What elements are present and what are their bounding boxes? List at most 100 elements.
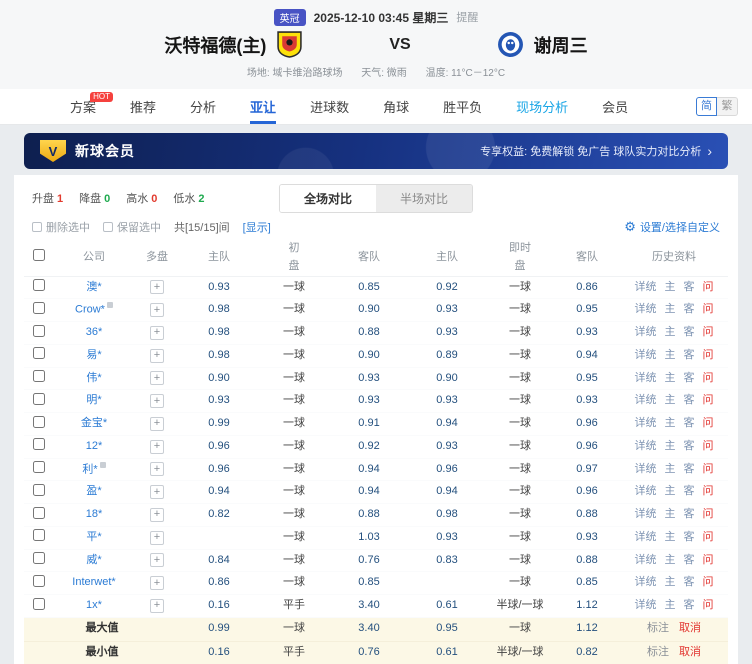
vip-banner[interactable]: V 新球会员 专享权益: 免费解锁 免广告 球队实力对比分析 › bbox=[24, 133, 728, 169]
history-link[interactable]: 详统 bbox=[635, 508, 657, 520]
history-link[interactable]: 详统 bbox=[635, 599, 657, 611]
row-checkbox[interactable] bbox=[33, 461, 45, 473]
company-link[interactable]: Interwet* bbox=[72, 576, 115, 588]
scope-tab[interactable]: 半场对比 bbox=[376, 185, 472, 212]
history-link[interactable]: 主 bbox=[665, 303, 676, 315]
lang-simplified-button[interactable]: 简 bbox=[696, 97, 717, 116]
history-link[interactable]: 客 bbox=[684, 554, 695, 566]
company-link[interactable]: 盈* bbox=[86, 485, 101, 497]
history-link[interactable]: 主 bbox=[665, 599, 676, 611]
row-checkbox[interactable] bbox=[33, 484, 45, 496]
history-link[interactable]: 主 bbox=[665, 463, 676, 475]
history-link[interactable]: 客 bbox=[684, 440, 695, 452]
expand-odds-button[interactable]: + bbox=[150, 531, 164, 545]
nav-tab[interactable]: 分析 bbox=[190, 89, 216, 124]
expand-odds-button[interactable]: + bbox=[150, 553, 164, 567]
row-checkbox[interactable] bbox=[33, 393, 45, 405]
row-checkbox[interactable] bbox=[33, 598, 45, 610]
company-link[interactable]: 12* bbox=[86, 440, 103, 452]
history-link[interactable]: 详统 bbox=[635, 394, 657, 406]
history-ask-link[interactable]: 问 bbox=[703, 599, 714, 611]
history-link[interactable]: 主 bbox=[665, 554, 676, 566]
history-ask-link[interactable]: 问 bbox=[703, 508, 714, 520]
history-link[interactable]: 客 bbox=[684, 281, 695, 293]
delete-selected-button[interactable]: 删除选中 bbox=[32, 219, 90, 235]
row-checkbox[interactable] bbox=[33, 507, 45, 519]
mark-link[interactable]: 标注 bbox=[647, 646, 669, 658]
history-ask-link[interactable]: 问 bbox=[703, 485, 714, 497]
history-link[interactable]: 详统 bbox=[635, 372, 657, 384]
scope-tab[interactable]: 全场对比 bbox=[280, 185, 376, 212]
history-link[interactable]: 主 bbox=[665, 531, 676, 543]
history-link[interactable]: 主 bbox=[665, 349, 676, 361]
expand-odds-button[interactable]: + bbox=[150, 417, 164, 431]
company-link[interactable]: 明* bbox=[86, 394, 101, 406]
row-checkbox[interactable] bbox=[33, 438, 45, 450]
history-link[interactable]: 客 bbox=[684, 485, 695, 497]
company-link[interactable]: 威* bbox=[86, 554, 101, 566]
company-link[interactable]: 澳* bbox=[86, 281, 101, 293]
show-link[interactable]: [显示] bbox=[243, 219, 271, 235]
history-link[interactable]: 详统 bbox=[635, 326, 657, 338]
nav-tab[interactable]: 亚让 bbox=[250, 89, 276, 124]
history-link[interactable]: 主 bbox=[665, 372, 676, 384]
nav-tab[interactable]: 现场分析 bbox=[516, 89, 568, 124]
history-link[interactable]: 客 bbox=[684, 463, 695, 475]
history-ask-link[interactable]: 问 bbox=[703, 372, 714, 384]
expand-odds-button[interactable]: + bbox=[150, 394, 164, 408]
nav-tab[interactable]: 推荐 bbox=[130, 89, 156, 124]
history-link[interactable]: 详统 bbox=[635, 485, 657, 497]
history-ask-link[interactable]: 问 bbox=[703, 554, 714, 566]
company-link[interactable]: Crow* bbox=[75, 304, 105, 316]
history-ask-link[interactable]: 问 bbox=[703, 349, 714, 361]
nav-tab[interactable]: 进球数 bbox=[310, 89, 349, 124]
settings-button[interactable]: ⚙ 设置/选择自定义 bbox=[624, 219, 720, 235]
cancel-mark-link[interactable]: 取消 bbox=[679, 646, 701, 658]
expand-odds-button[interactable]: + bbox=[150, 303, 164, 317]
keep-selected-button[interactable]: 保留选中 bbox=[103, 219, 161, 235]
history-link[interactable]: 客 bbox=[684, 394, 695, 406]
history-link[interactable]: 客 bbox=[684, 576, 695, 588]
company-link[interactable]: 易* bbox=[86, 349, 101, 361]
history-link[interactable]: 详统 bbox=[635, 440, 657, 452]
history-link[interactable]: 详统 bbox=[635, 281, 657, 293]
history-link[interactable]: 客 bbox=[684, 349, 695, 361]
expand-odds-button[interactable]: + bbox=[150, 462, 164, 476]
league-badge[interactable]: 英冠 bbox=[274, 9, 306, 26]
row-checkbox[interactable] bbox=[33, 302, 45, 314]
lang-traditional-button[interactable]: 繁 bbox=[717, 97, 738, 116]
nav-tab[interactable]: 角球 bbox=[383, 89, 409, 124]
history-ask-link[interactable]: 问 bbox=[703, 576, 714, 588]
history-link[interactable]: 客 bbox=[684, 372, 695, 384]
nav-tab[interactable]: 会员 bbox=[602, 89, 628, 124]
row-checkbox[interactable] bbox=[33, 325, 45, 337]
history-ask-link[interactable]: 问 bbox=[703, 281, 714, 293]
history-link[interactable]: 详统 bbox=[635, 576, 657, 588]
company-link[interactable]: 36* bbox=[86, 326, 103, 338]
company-link[interactable]: 利* bbox=[82, 463, 97, 475]
history-link[interactable]: 主 bbox=[665, 508, 676, 520]
expand-odds-button[interactable]: + bbox=[150, 280, 164, 294]
expand-odds-button[interactable]: + bbox=[150, 326, 164, 340]
history-link[interactable]: 客 bbox=[684, 417, 695, 429]
history-link[interactable]: 客 bbox=[684, 508, 695, 520]
history-link[interactable]: 主 bbox=[665, 326, 676, 338]
company-link[interactable]: 金宝* bbox=[81, 417, 107, 429]
nav-tab[interactable]: 胜平负 bbox=[443, 89, 482, 124]
company-link[interactable]: 平* bbox=[86, 531, 101, 543]
mark-link[interactable]: 标注 bbox=[647, 622, 669, 634]
history-ask-link[interactable]: 问 bbox=[703, 394, 714, 406]
company-link[interactable]: 1x* bbox=[86, 599, 102, 611]
history-link[interactable]: 主 bbox=[665, 485, 676, 497]
history-link[interactable]: 详统 bbox=[635, 417, 657, 429]
history-link[interactable]: 客 bbox=[684, 326, 695, 338]
expand-odds-button[interactable]: + bbox=[150, 576, 164, 590]
row-checkbox[interactable] bbox=[33, 529, 45, 541]
remind-link[interactable]: 提醒 bbox=[456, 9, 478, 25]
history-link[interactable]: 详统 bbox=[635, 531, 657, 543]
history-ask-link[interactable]: 问 bbox=[703, 440, 714, 452]
expand-odds-button[interactable]: + bbox=[150, 599, 164, 613]
history-link[interactable]: 客 bbox=[684, 303, 695, 315]
history-link[interactable]: 主 bbox=[665, 417, 676, 429]
select-all-checkbox[interactable] bbox=[33, 249, 45, 261]
